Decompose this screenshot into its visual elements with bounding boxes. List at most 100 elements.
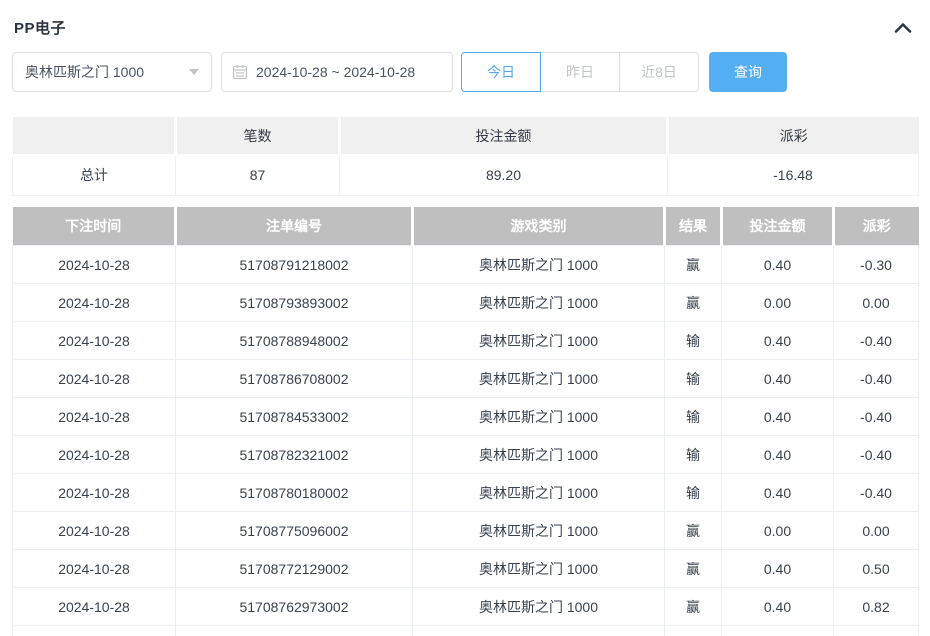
summary-header-bet-amount: 投注金额 [340,117,668,155]
today-button[interactable]: 今日 [461,52,541,92]
bets-header-bet-number: 注单编号 [176,207,413,246]
summary-header-payout: 派彩 [668,117,919,155]
table-cell: -0.40 [834,322,919,360]
table-cell: 赢 [665,284,722,322]
table-cell: 2024-10-28 [13,360,176,398]
table-cell: 51708793893002 [176,284,413,322]
bets-header-bet-amount: 投注金额 [722,207,834,246]
table-cell: 输 [665,398,722,436]
calendar-icon [232,64,256,80]
summary-table: 笔数 投注金额 派彩 总计 87 89.20 -16.48 [12,117,919,196]
table-cell: -0.30 [834,246,919,284]
table-row: 2024-10-2851708780180002奥林匹斯之门 1000输0.40… [13,474,919,512]
table-cell: -0.40 [834,360,919,398]
chevron-up-icon [892,20,914,35]
table-cell: 2024-10-28 [13,474,176,512]
table-cell: 51708782321002 [176,436,413,474]
table-cell: 2024-10-28 [13,550,176,588]
table-cell: 输 [665,322,722,360]
page-title: PP电子 [14,17,66,38]
table-cell: 2024-10-28 [13,588,176,626]
collapse-panel-button[interactable] [890,18,916,37]
table-cell: 奥林匹斯之门 1000 [413,398,665,436]
table-cell: 51708786708002 [176,360,413,398]
summary-total-bet-amount: 89.20 [340,155,668,195]
table-cell: 51708772129002 [176,550,413,588]
table-cell: 2024-10-28 [13,398,176,436]
table-row: 2024-10-2851708782321002奥林匹斯之门 1000输0.40… [13,436,919,474]
pp-electronics-panel: PP电子 奥林匹斯之门 1000 [0,0,930,636]
table-cell: 0.00 [722,512,834,550]
table-cell: 0.40 [722,474,834,512]
table-cell: 奥林匹斯之门 1000 [413,322,665,360]
quick-filter-group: 今日 昨日 近8日 [461,52,699,92]
summary-header-row: 笔数 投注金额 派彩 [13,117,919,155]
table-cell: 0.40 [722,322,834,360]
table-cell: 0.00 [722,284,834,322]
table-cell [722,626,834,636]
table-row: 2024-10-2851708788948002奥林匹斯之门 1000输0.40… [13,322,919,360]
table-cell: 奥林匹斯之门 1000 [413,550,665,588]
bets-header-game-category: 游戏类别 [413,207,665,246]
table-cell [176,626,413,636]
table-cell: 51708762973002 [176,588,413,626]
table-cell: 2024-10-28 [13,512,176,550]
table-cell: 51708784533002 [176,398,413,436]
table-cell [413,626,665,636]
table-cell: 51708775096002 [176,512,413,550]
summary-total-payout: -16.48 [668,155,919,195]
table-cell: 输 [665,436,722,474]
filter-bar: 奥林匹斯之门 1000 2024-10-28 ~ 2024-10-28 今日 昨… [12,52,918,92]
table-cell [834,626,919,636]
table-cell: 2024-10-28 [13,436,176,474]
bets-header-payout: 派彩 [834,207,919,246]
bets-table: 下注时间 注单编号 游戏类别 结果 投注金额 派彩 2024-10-285170… [12,207,919,636]
table-cell: 奥林匹斯之门 1000 [413,246,665,284]
bets-header-row: 下注时间 注单编号 游戏类别 结果 投注金额 派彩 [13,207,919,246]
summary-total-count: 87 [176,155,340,195]
table-cell: -0.40 [834,436,919,474]
table-cell: 51708791218002 [176,246,413,284]
table-row: 2024-10-2851708762973002奥林匹斯之门 1000赢0.40… [13,588,919,626]
summary-total-row: 总计 87 89.20 -16.48 [13,155,919,195]
table-row-partial [13,626,919,636]
table-cell: 51708780180002 [176,474,413,512]
table-cell: 0.50 [834,550,919,588]
table-cell: 输 [665,474,722,512]
table-cell: 2024-10-28 [13,284,176,322]
table-cell: 0.40 [722,550,834,588]
table-cell [665,626,722,636]
table-cell: 赢 [665,246,722,284]
table-row: 2024-10-2851708791218002奥林匹斯之门 1000赢0.40… [13,246,919,284]
last-8-days-button[interactable]: 近8日 [619,52,699,92]
table-cell: 奥林匹斯之门 1000 [413,588,665,626]
table-cell: 奥林匹斯之门 1000 [413,360,665,398]
table-row: 2024-10-2851708784533002奥林匹斯之门 1000输0.40… [13,398,919,436]
bets-table-body: 2024-10-2851708791218002奥林匹斯之门 1000赢0.40… [13,246,919,636]
table-cell: -0.40 [834,398,919,436]
table-cell: 赢 [665,588,722,626]
table-cell: -0.40 [834,474,919,512]
date-range-value: 2024-10-28 ~ 2024-10-28 [256,64,415,80]
table-cell: 0.40 [722,246,834,284]
table-row: 2024-10-2851708775096002奥林匹斯之门 1000赢0.00… [13,512,919,550]
search-button[interactable]: 查询 [709,52,787,92]
table-cell: 0.00 [834,284,919,322]
summary-header-count: 笔数 [176,117,340,155]
yesterday-button[interactable]: 昨日 [540,52,620,92]
table-cell: 2024-10-28 [13,322,176,360]
table-cell: 51708788948002 [176,322,413,360]
table-cell: 0.00 [834,512,919,550]
table-cell [13,626,176,636]
table-cell: 0.40 [722,398,834,436]
bets-header-bet-time: 下注时间 [13,207,176,246]
table-cell: 奥林匹斯之门 1000 [413,436,665,474]
date-range-input[interactable]: 2024-10-28 ~ 2024-10-28 [221,52,453,92]
table-cell: 0.40 [722,360,834,398]
table-cell: 奥林匹斯之门 1000 [413,284,665,322]
game-select[interactable]: 奥林匹斯之门 1000 [12,52,212,92]
table-cell: 奥林匹斯之门 1000 [413,512,665,550]
bets-header-result: 结果 [665,207,722,246]
caret-down-icon [189,69,199,75]
summary-header-empty [13,117,176,155]
